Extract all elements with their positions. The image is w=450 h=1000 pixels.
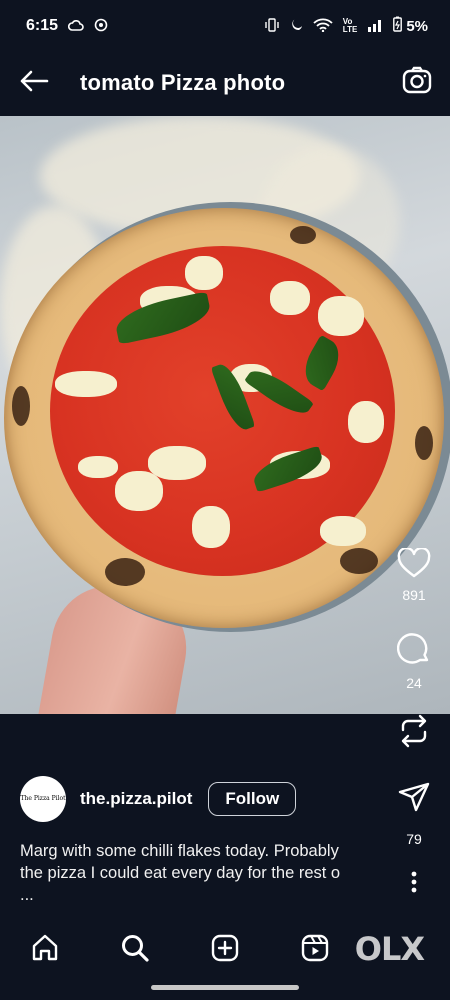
crust-char — [290, 226, 316, 244]
arrow-left-icon — [19, 69, 49, 98]
caption-ellipsis: ... — [20, 886, 34, 904]
mozzarella — [270, 281, 310, 315]
mozzarella — [185, 256, 223, 290]
post-caption[interactable]: Marg with some chilli flakes today. Prob… — [20, 840, 380, 906]
share-count: 79 — [406, 831, 422, 847]
camera-icon — [402, 66, 432, 99]
status-bar: 6:15 Vo LTE 5% — [0, 0, 450, 52]
wifi-icon — [313, 18, 333, 34]
mozzarella — [115, 471, 163, 511]
signal-icon — [367, 18, 383, 34]
crust-char — [12, 386, 30, 426]
app-bar: tomato Pizza photo — [0, 52, 450, 114]
battery-percent: 5% — [406, 17, 428, 35]
repost-icon[interactable] — [398, 714, 430, 753]
repost-action[interactable] — [392, 714, 436, 753]
back-button[interactable] — [16, 65, 52, 101]
heart-icon[interactable] — [397, 546, 431, 583]
nav-reels-button[interactable] — [297, 932, 333, 968]
crust-char — [105, 558, 145, 586]
follow-button[interactable]: Follow — [208, 782, 297, 816]
mozzarella — [320, 516, 366, 546]
crust-char — [415, 426, 433, 460]
home-icon — [30, 933, 60, 968]
bottom-navigation: OLX — [0, 920, 450, 980]
nav-search-button[interactable] — [117, 932, 153, 968]
olx-watermark: OLX — [354, 930, 425, 968]
nav-create-button[interactable] — [207, 932, 243, 968]
post-author: The Pizza Pilot the.pizza.pilot Follow — [20, 776, 297, 822]
cloud-icon — [67, 19, 84, 33]
moon-icon — [289, 18, 303, 34]
caption-line: Marg with some chilli flakes today. Prob… — [20, 842, 339, 860]
create-icon — [210, 933, 240, 968]
vibrate-icon — [265, 18, 279, 34]
volte-icon: Vo LTE — [342, 17, 358, 34]
mozzarella — [318, 296, 364, 336]
send-action[interactable]: 79 — [392, 782, 436, 847]
camera-button[interactable] — [400, 65, 434, 99]
battery-icon — [393, 16, 403, 36]
search-icon — [120, 933, 150, 968]
crust-char — [340, 548, 378, 574]
avatar-logo-text: The Pizza Pilot — [20, 794, 66, 802]
page-title: tomato Pizza photo — [80, 70, 286, 95]
mozzarella — [192, 506, 230, 548]
avatar[interactable]: The Pizza Pilot — [20, 776, 66, 822]
status-time: 6:15 — [26, 17, 59, 34]
nav-home-button[interactable] — [27, 932, 63, 968]
comment-action[interactable]: 24 — [392, 632, 436, 691]
caption-line: the pizza I could eat every day for the … — [20, 864, 341, 882]
olx-watermark-text: OLX — [354, 930, 425, 968]
mozzarella — [78, 456, 118, 478]
like-count: 891 — [402, 587, 426, 603]
comment-icon[interactable] — [396, 632, 431, 671]
mozzarella — [348, 401, 384, 443]
battery-indicator: 5% — [393, 16, 428, 36]
post-photo[interactable] — [0, 116, 450, 714]
home-indicator[interactable] — [151, 985, 299, 990]
send-icon[interactable] — [398, 782, 430, 817]
sync-icon — [94, 18, 108, 34]
mozzarella — [148, 446, 206, 480]
like-action[interactable]: 891 — [392, 546, 436, 603]
reels-icon — [300, 933, 330, 968]
more-vertical-icon[interactable] — [410, 870, 418, 899]
author-username[interactable]: the.pizza.pilot — [80, 789, 192, 809]
comment-count: 24 — [406, 675, 422, 691]
mozzarella — [55, 371, 117, 397]
more-options-button[interactable] — [392, 870, 436, 899]
